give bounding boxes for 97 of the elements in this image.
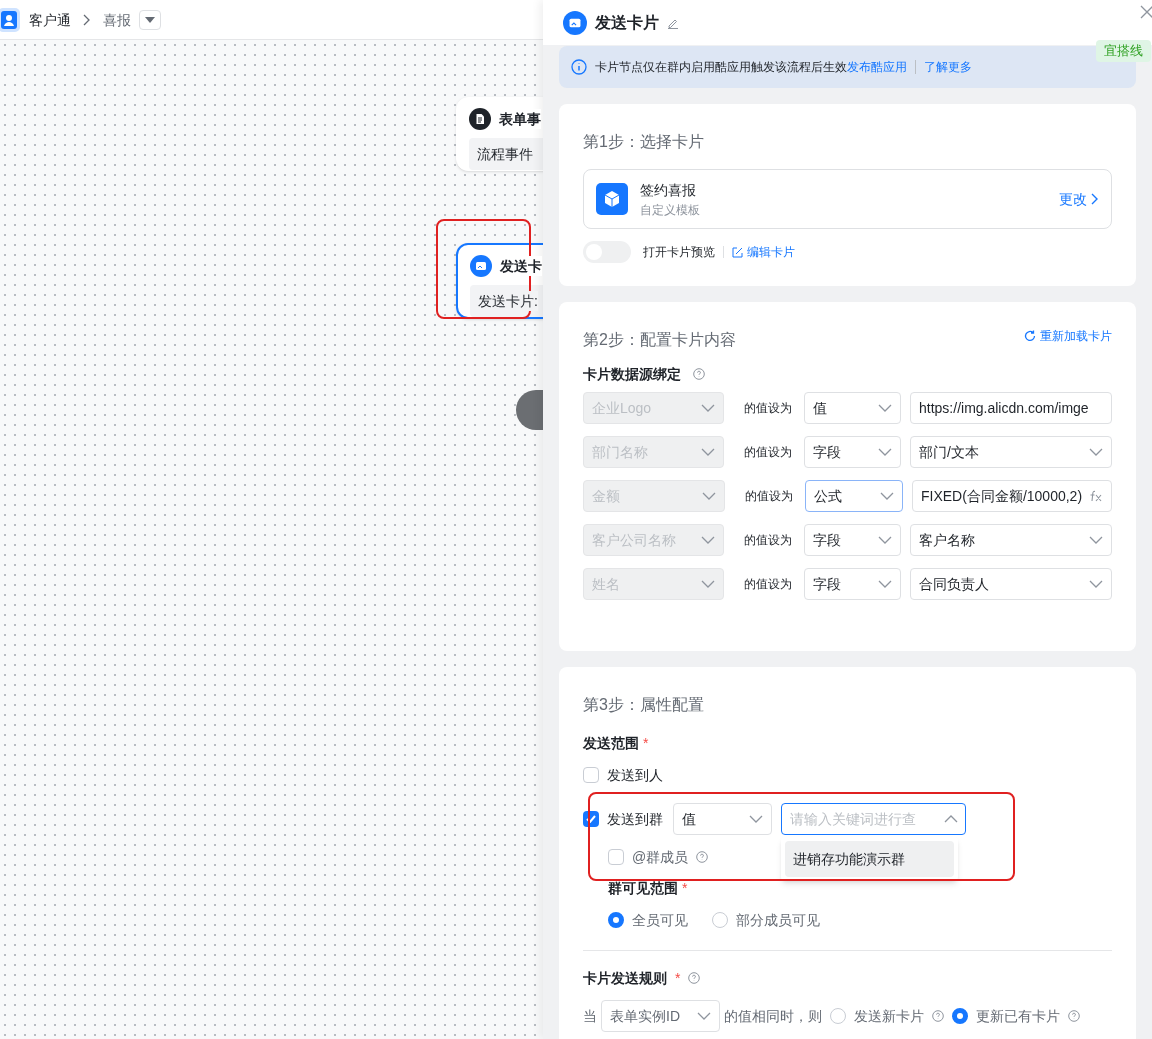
- search-field[interactable]: 请输入关键词进行查: [781, 803, 966, 835]
- chevron-down-icon: [749, 815, 763, 823]
- step-title: 第2步：配置卡片内容: [583, 330, 736, 350]
- chevron-down-icon: [1089, 448, 1103, 456]
- chevron-down-icon: [700, 580, 715, 588]
- image-card-icon: [470, 255, 492, 277]
- chevron-down-icon: [878, 404, 892, 412]
- radio-button[interactable]: [830, 1008, 846, 1024]
- radio-label: 更新已有卡片: [976, 1007, 1060, 1026]
- binding-label: 的值设为: [743, 400, 793, 416]
- drawer-title: 发送卡片: [595, 12, 659, 33]
- caret-down-icon: [145, 16, 155, 23]
- step-title: 第1步：选择卡片: [583, 132, 705, 152]
- cube-icon: [596, 183, 628, 215]
- help-icon: [693, 368, 705, 380]
- radio-button[interactable]: [608, 912, 624, 928]
- image-card-icon: [563, 10, 587, 35]
- required-mark: *: [675, 969, 681, 988]
- help-icon: [696, 851, 709, 863]
- rule-text: 的值相同时，则: [724, 1007, 822, 1026]
- check-icon: [586, 815, 596, 823]
- flow-node[interactable]: 表单事 流程事件: [456, 97, 543, 171]
- mode-select[interactable]: 值: [803, 392, 901, 424]
- reload-link[interactable]: 重新加载卡片: [1024, 328, 1112, 344]
- chevron-down-icon: [878, 580, 892, 588]
- chevron-down-icon: [880, 492, 894, 500]
- binding-label: 的值设为: [743, 532, 793, 548]
- chevron-down-icon: [700, 536, 715, 544]
- radio-label: 全员可见: [632, 911, 688, 930]
- template-name: 签约喜报: [640, 181, 697, 200]
- mode-select[interactable]: 值: [673, 803, 772, 835]
- mode-select[interactable]: 字段: [803, 568, 901, 600]
- edit-icon: [732, 246, 743, 258]
- help-icon: [688, 972, 701, 984]
- node-title: 发送卡: [500, 256, 542, 276]
- node-description: 流程事件: [477, 144, 533, 164]
- mode-select[interactable]: 公式: [804, 480, 903, 512]
- mode-select[interactable]: 字段: [803, 436, 901, 468]
- value-select[interactable]: 部门/文本: [910, 436, 1112, 468]
- radio-label: 部分成员可见: [736, 911, 820, 930]
- radio-button[interactable]: [952, 1008, 968, 1024]
- section-label: 发送范围: [583, 734, 639, 753]
- radio-button[interactable]: [712, 912, 728, 928]
- section-label: 群可见范围: [608, 879, 678, 898]
- section-label: 卡片数据源绑定: [583, 365, 681, 384]
- required-mark: *: [682, 879, 688, 898]
- chevron-right-icon: [1091, 193, 1099, 205]
- template-card[interactable]: 签约喜报 自定义模板 更改: [583, 169, 1112, 229]
- checkbox-label: 发送到人: [607, 766, 663, 785]
- checkbox-label: @群成员: [632, 848, 689, 867]
- chevron-right-icon: [83, 13, 91, 26]
- chevron-down-icon: [878, 448, 892, 456]
- page-dropdown-button[interactable]: [139, 9, 161, 30]
- help-icon: [932, 1010, 944, 1022]
- page-name[interactable]: 喜报: [103, 9, 131, 30]
- chevron-up-icon: [944, 815, 958, 823]
- info-icon: [571, 59, 587, 75]
- binding-label: 的值设为: [743, 576, 793, 592]
- value-input[interactable]: https://img.alicdn.com/imge: [910, 392, 1112, 424]
- mode-select[interactable]: 字段: [803, 524, 901, 556]
- change-link[interactable]: 更改: [1059, 189, 1099, 209]
- value-select[interactable]: 客户名称: [910, 524, 1112, 556]
- chevron-down-icon: [1089, 536, 1103, 544]
- dropdown-option[interactable]: 进销存功能演示群: [785, 841, 954, 877]
- chevron-down-icon: [701, 492, 716, 500]
- app-name[interactable]: 客户通: [29, 9, 71, 30]
- node-title: 表单事: [499, 109, 541, 129]
- flow-node[interactable]: 发送卡 发送卡片:: [456, 243, 543, 319]
- required-mark: *: [643, 734, 649, 753]
- help-icon: [1068, 1010, 1080, 1022]
- edit-card-link[interactable]: 编辑卡片: [732, 244, 795, 260]
- formula-icon: [1089, 490, 1103, 502]
- value-select[interactable]: 合同负责人: [910, 568, 1112, 600]
- chevron-down-icon: [700, 404, 715, 412]
- template-type: 自定义模板: [640, 202, 700, 218]
- checkbox-label: 发送到群: [607, 810, 663, 829]
- notice-text: 卡片节点仅在群内启用酷应用触发该流程后生效: [595, 59, 847, 75]
- chevron-down-icon: [878, 536, 892, 544]
- binding-label: 的值设为: [744, 488, 794, 504]
- radio-label: 发送新卡片: [854, 1007, 924, 1026]
- chevron-down-icon: [1089, 580, 1103, 588]
- binding-label: 的值设为: [743, 444, 793, 460]
- section-label: 卡片发送规则: [583, 969, 667, 988]
- toggle-label: 打开卡片预览: [643, 244, 715, 260]
- field-select[interactable]: 表单实例ID: [601, 1000, 720, 1032]
- close-icon[interactable]: [1140, 5, 1152, 19]
- checkbox[interactable]: [583, 767, 599, 783]
- refresh-icon: [1024, 330, 1036, 342]
- node-description: 发送卡片:: [478, 291, 538, 311]
- document-icon: [469, 108, 491, 130]
- step-title: 第3步：属性配置: [583, 695, 705, 715]
- checkbox[interactable]: [608, 849, 624, 865]
- rule-prefix: 当: [583, 1007, 597, 1026]
- chevron-down-icon: [697, 1012, 711, 1020]
- formula-input[interactable]: FIXED(合同金额/10000,2): [912, 480, 1112, 512]
- chevron-down-icon: [700, 448, 715, 456]
- environment-tag: 宜搭线: [1096, 40, 1151, 62]
